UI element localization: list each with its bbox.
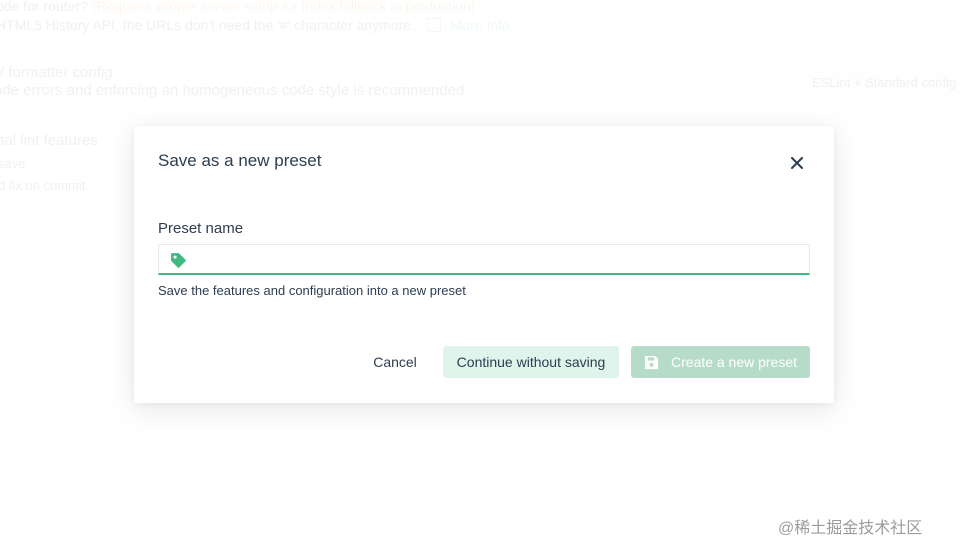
continue-without-saving-button[interactable]: Continue without saving: [443, 346, 619, 378]
continue-button-label: Continue without saving: [456, 354, 606, 370]
create-preset-button[interactable]: Create a new preset: [631, 346, 810, 378]
preset-name-hint: Save the features and configuration into…: [158, 283, 466, 298]
preset-name-label: Preset name: [158, 220, 244, 237]
tag-icon: [171, 253, 186, 268]
close-icon: [791, 157, 803, 169]
cancel-button[interactable]: Cancel: [360, 346, 430, 378]
dialog-title: Save as a new preset: [158, 151, 322, 170]
save-preset-dialog: Save as a new preset Preset name Save th…: [134, 126, 834, 403]
preset-name-input[interactable]: [197, 245, 797, 274]
create-button-label: Create a new preset: [670, 354, 798, 370]
save-icon: [644, 355, 659, 369]
cancel-button-label: Cancel: [373, 354, 417, 370]
close-button[interactable]: [786, 152, 808, 174]
preset-name-field[interactable]: [158, 244, 810, 275]
watermark-text: @稀土掘金技术社区: [778, 520, 923, 537]
